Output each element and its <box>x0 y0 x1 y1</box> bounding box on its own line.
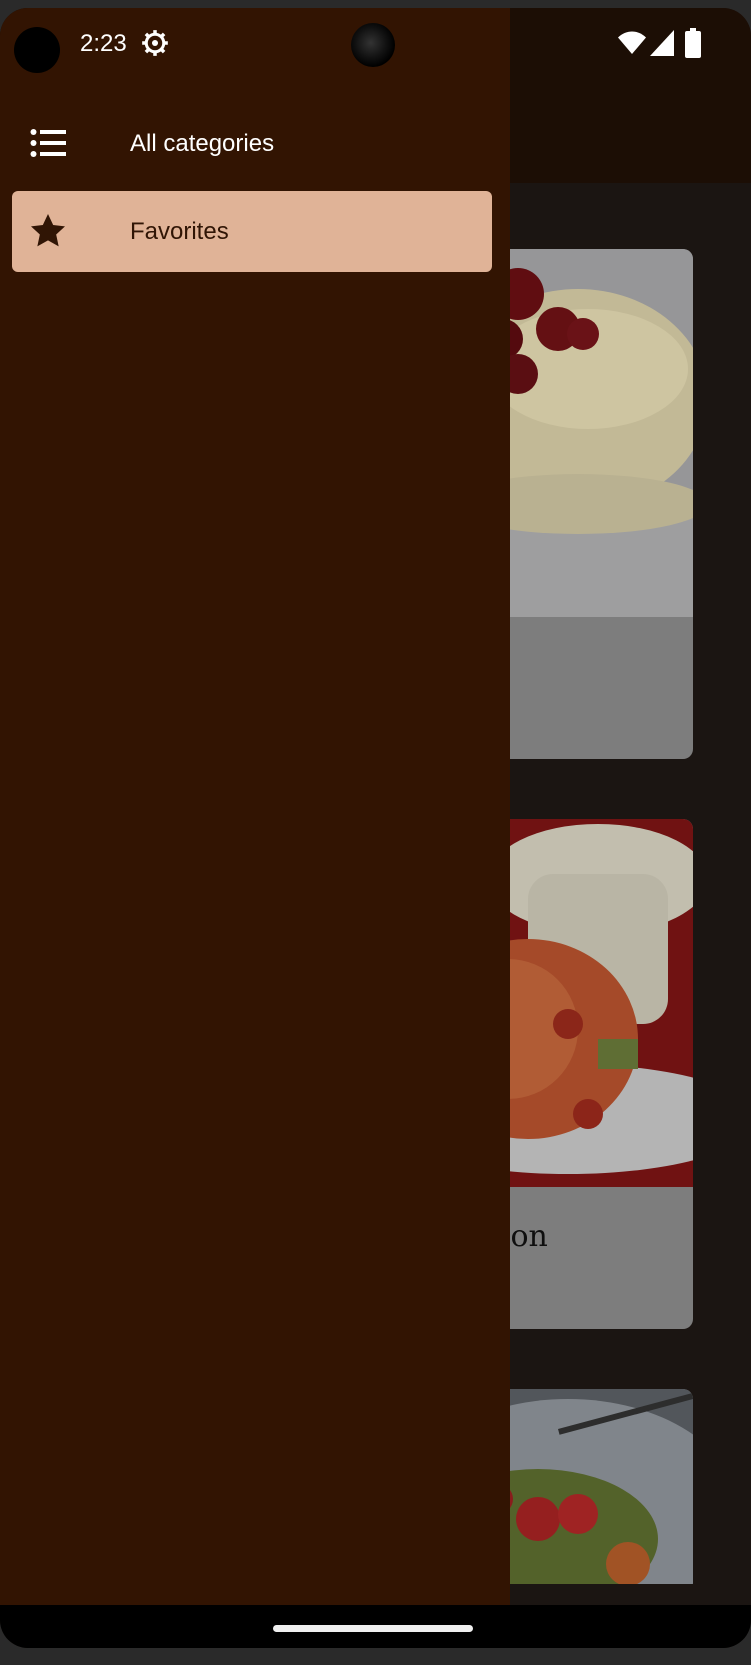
front-camera <box>351 23 395 67</box>
phone-screen: LE mon S <box>0 8 751 1648</box>
drawer-item-favorites[interactable]: Favorites <box>12 191 492 272</box>
system-navigation-bar <box>0 1605 751 1648</box>
wifi-icon <box>618 31 646 54</box>
drawer-header-all-categories[interactable]: All categories <box>0 108 510 180</box>
home-gesture-handle[interactable] <box>273 1625 473 1632</box>
star-icon <box>31 214 65 247</box>
navigation-drawer: All categories Favorites <box>0 8 510 1605</box>
cell-signal-icon <box>650 30 674 56</box>
drawer-item-label: Favorites <box>130 218 229 245</box>
settings-gear-icon <box>142 30 168 56</box>
list-icon <box>30 129 66 157</box>
drawer-header-label: All categories <box>130 130 275 157</box>
status-time: 2:23 <box>80 30 127 57</box>
battery-icon <box>685 28 701 58</box>
status-bar: 2:23 <box>0 8 751 78</box>
notification-dot <box>14 27 60 73</box>
